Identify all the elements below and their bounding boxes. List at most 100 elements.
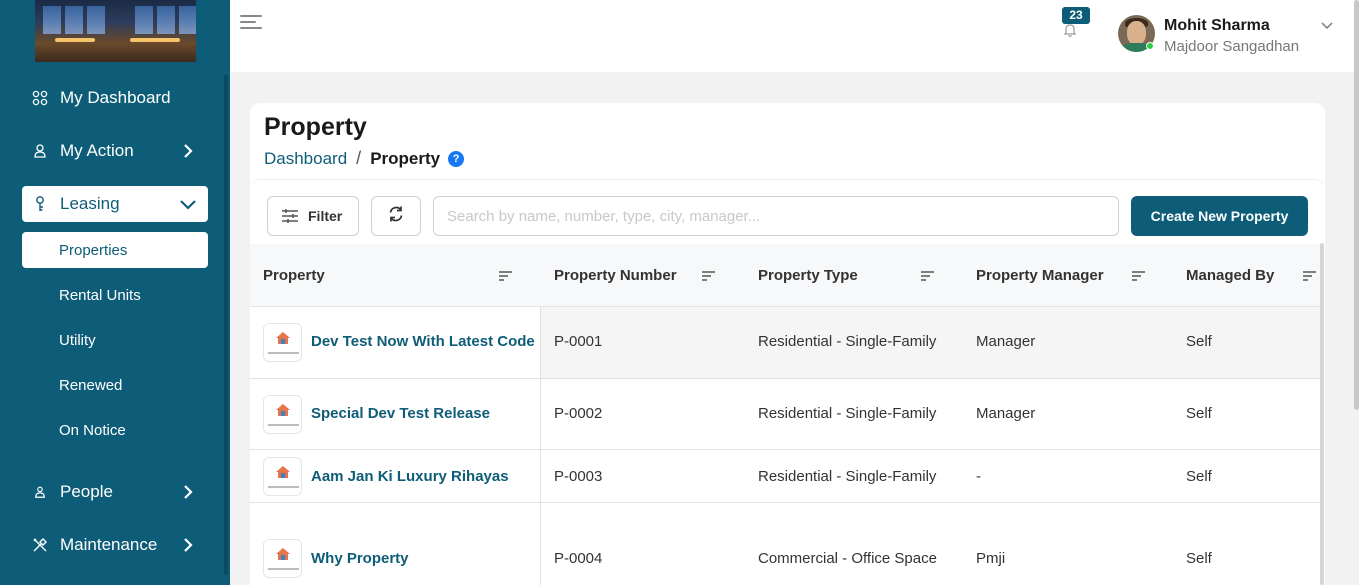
user-icon: [30, 141, 50, 161]
sidebar: My Dashboard My Action Leasing Propertie…: [0, 0, 230, 585]
sidebar-item-label: Maintenance: [60, 535, 158, 554]
key-icon: [30, 194, 50, 214]
page-scrollbar[interactable]: [1354, 0, 1359, 410]
managed-by-cell: Self: [1186, 550, 1212, 567]
property-name-link[interactable]: Aam Jan Ki Luxury Rihayas: [311, 468, 509, 485]
property-cell: Dev Test Now With Latest Code: [250, 307, 541, 378]
tools-icon: [30, 535, 50, 555]
column-header-property-number[interactable]: Property Number: [554, 244, 677, 307]
property-number-cell: P-0004: [554, 550, 603, 567]
property-name-link[interactable]: Why Property: [311, 550, 409, 567]
topbar: 23 Mohit Sharma Majdoor Sangadhan: [230, 0, 1359, 72]
property-manager-cell: Pmji: [976, 550, 1006, 567]
sort-icon[interactable]: [499, 269, 512, 281]
people-icon: [30, 482, 50, 502]
column-header-managed-by[interactable]: Managed By: [1186, 244, 1274, 307]
sidebar-subitem-on-notice[interactable]: On Notice: [22, 412, 208, 448]
user-organization: Majdoor Sangadhan: [1164, 38, 1300, 55]
sidebar-subitem-properties[interactable]: Properties: [22, 232, 208, 268]
property-number-cell: P-0002: [554, 405, 603, 422]
table-row[interactable]: Aam Jan Ki Luxury Rihayas P-0003 Residen…: [250, 450, 1320, 503]
house-icon: [276, 548, 290, 560]
managed-by-cell: Self: [1186, 333, 1212, 350]
online-status-dot: [1146, 42, 1154, 50]
column-header-property-manager[interactable]: Property Manager: [976, 244, 1104, 307]
property-name-link[interactable]: Dev Test Now With Latest Code: [311, 333, 535, 350]
sidebar-subitem-label: Properties: [59, 241, 128, 259]
sidebar-item-label: Leasing: [60, 194, 120, 213]
sort-icon[interactable]: [1303, 269, 1316, 281]
chevron-right-icon: [178, 535, 198, 555]
table-scrollbar[interactable]: [1320, 243, 1324, 585]
table-row[interactable]: Special Dev Test Release P-0002 Resident…: [250, 379, 1320, 450]
property-type-cell: Residential - Single-Family: [758, 468, 937, 485]
sidebar-item-my-action[interactable]: My Action: [22, 133, 208, 169]
sidebar-item-label: My Dashboard: [60, 88, 171, 107]
refresh-button[interactable]: [371, 196, 421, 236]
sidebar-subitem-label: Utility: [59, 331, 96, 349]
user-name[interactable]: Mohit Sharma: [1164, 17, 1270, 35]
search-input[interactable]: [433, 196, 1119, 236]
property-number-cell: P-0003: [554, 468, 603, 485]
property-cell: Special Dev Test Release: [250, 379, 541, 449]
hamburger-menu-icon[interactable]: [240, 13, 262, 31]
sliders-icon: [281, 208, 299, 224]
breadcrumb-current: Property: [370, 148, 441, 168]
managed-by-cell: Self: [1186, 405, 1212, 422]
sidebar-item-leasing[interactable]: Leasing: [22, 186, 208, 222]
sort-icon[interactable]: [921, 269, 934, 281]
sidebar-subitem-label: On Notice: [59, 421, 126, 439]
filter-button-label: Filter: [308, 208, 343, 224]
page-title: Property: [264, 113, 367, 141]
chevron-down-icon[interactable]: [1320, 18, 1334, 32]
sidebar-subitem-rental-units[interactable]: Rental Units: [22, 277, 208, 313]
column-header-property-type[interactable]: Property Type: [758, 244, 858, 307]
bell-icon[interactable]: [1062, 22, 1078, 38]
property-card: Property Dashboard / Property ? Filter C…: [250, 103, 1325, 585]
app: My Dashboard My Action Leasing Propertie…: [0, 0, 1359, 585]
sidebar-item-people[interactable]: People: [22, 474, 208, 510]
breadcrumb-dashboard-link[interactable]: Dashboard: [264, 149, 347, 169]
breadcrumb: Dashboard / Property ?: [264, 148, 465, 169]
sort-icon[interactable]: [1132, 269, 1145, 281]
table-row[interactable]: Why Property P-0004 Commercial - Office …: [250, 503, 1320, 585]
chevron-down-icon: [178, 194, 198, 214]
property-thumbnail: [263, 457, 302, 496]
property-type-cell: Residential - Single-Family: [758, 333, 937, 350]
table-header: Property Property Number Property Type P…: [250, 244, 1320, 307]
help-icon[interactable]: ?: [448, 150, 465, 167]
property-manager-cell: Manager: [976, 333, 1036, 350]
property-manager-cell: Manager: [976, 405, 1036, 422]
sort-icon[interactable]: [702, 269, 715, 281]
property-type-cell: Residential - Single-Family: [758, 405, 937, 422]
breadcrumb-separator: /: [356, 148, 362, 168]
property-type-cell: Commercial - Office Space: [758, 550, 937, 567]
sidebar-item-my-dashboard[interactable]: My Dashboard: [22, 80, 208, 116]
sidebar-item-label: My Action: [60, 141, 134, 160]
property-name-link[interactable]: Special Dev Test Release: [311, 405, 490, 422]
house-icon: [276, 404, 290, 416]
property-thumbnail: [263, 323, 302, 362]
property-cell: Aam Jan Ki Luxury Rihayas: [250, 450, 541, 502]
property-thumbnail: [263, 539, 302, 578]
managed-by-cell: Self: [1186, 468, 1212, 485]
table-toolbar: Filter Create New Property: [250, 179, 1325, 244]
sidebar-hero-image: [35, 0, 196, 62]
house-icon: [276, 332, 290, 344]
grid-icon: [30, 88, 50, 108]
sidebar-scrollbar[interactable]: [224, 75, 228, 575]
chevron-right-icon: [178, 141, 198, 161]
create-new-property-button[interactable]: Create New Property: [1131, 196, 1308, 236]
table-row[interactable]: Dev Test Now With Latest Code P-0001 Res…: [250, 307, 1320, 379]
column-header-property[interactable]: Property: [263, 244, 325, 307]
property-thumbnail: [263, 395, 302, 434]
sidebar-item-maintenance[interactable]: Maintenance: [22, 527, 208, 563]
property-cell: Why Property: [250, 503, 541, 585]
sidebar-subitem-renewed[interactable]: Renewed: [22, 367, 208, 403]
property-number-cell: P-0001: [554, 333, 603, 350]
sidebar-subitem-label: Rental Units: [59, 286, 141, 304]
sidebar-subitem-label: Renewed: [59, 376, 123, 394]
chevron-right-icon: [178, 482, 198, 502]
filter-button[interactable]: Filter: [267, 196, 359, 236]
sidebar-subitem-utility[interactable]: Utility: [22, 322, 208, 358]
